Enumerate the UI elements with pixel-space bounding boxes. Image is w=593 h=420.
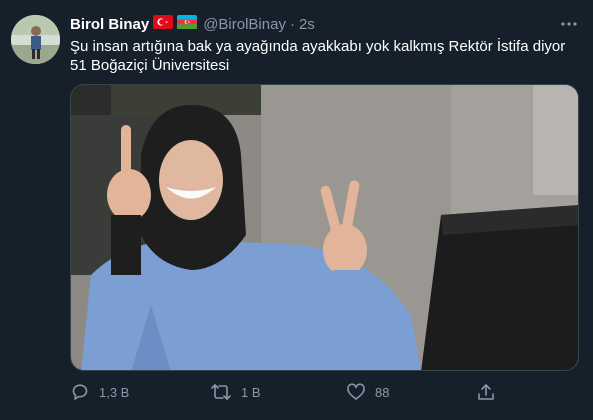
more-options-icon[interactable] <box>559 16 579 32</box>
share-icon <box>476 382 496 402</box>
retweet-button[interactable]: 1 B <box>210 380 261 404</box>
author-name[interactable]: Birol Binay <box>70 16 149 33</box>
like-count: 88 <box>375 384 390 400</box>
tweet[interactable]: Birol Binay @BirolBinay · 2s Şu insan ar… <box>0 0 593 420</box>
reply-icon <box>70 382 90 402</box>
heart-icon <box>346 382 366 402</box>
tweet-text-line: 51 Boğaziçi Üniversitesi <box>70 57 230 74</box>
tweet-photo[interactable] <box>70 84 579 371</box>
turkey-flag-icon <box>153 14 174 34</box>
tweet-header: Birol Binay @BirolBinay · 2s <box>70 14 315 34</box>
tweet-text-line: Şu insan artığına bak ya ayağında ayakka… <box>70 38 566 55</box>
tweet-actions: 1,3 B 1 B 88 <box>70 380 580 404</box>
avatar[interactable] <box>11 15 60 64</box>
azerbaijan-flag-icon <box>177 14 198 34</box>
like-button[interactable]: 88 <box>346 380 389 404</box>
share-button[interactable] <box>476 380 496 404</box>
reply-count: 1,3 B <box>99 384 130 400</box>
author-handle[interactable]: @BirolBinay <box>203 16 286 33</box>
reply-button[interactable]: 1,3 B <box>70 380 129 404</box>
retweet-count: 1 B <box>241 384 261 400</box>
timestamp[interactable]: 2s <box>299 16 315 33</box>
separator-dot: · <box>289 15 295 33</box>
tweet-text: Şu insan artığına bak ya ayağında ayakka… <box>70 37 570 75</box>
retweet-icon <box>210 382 232 402</box>
